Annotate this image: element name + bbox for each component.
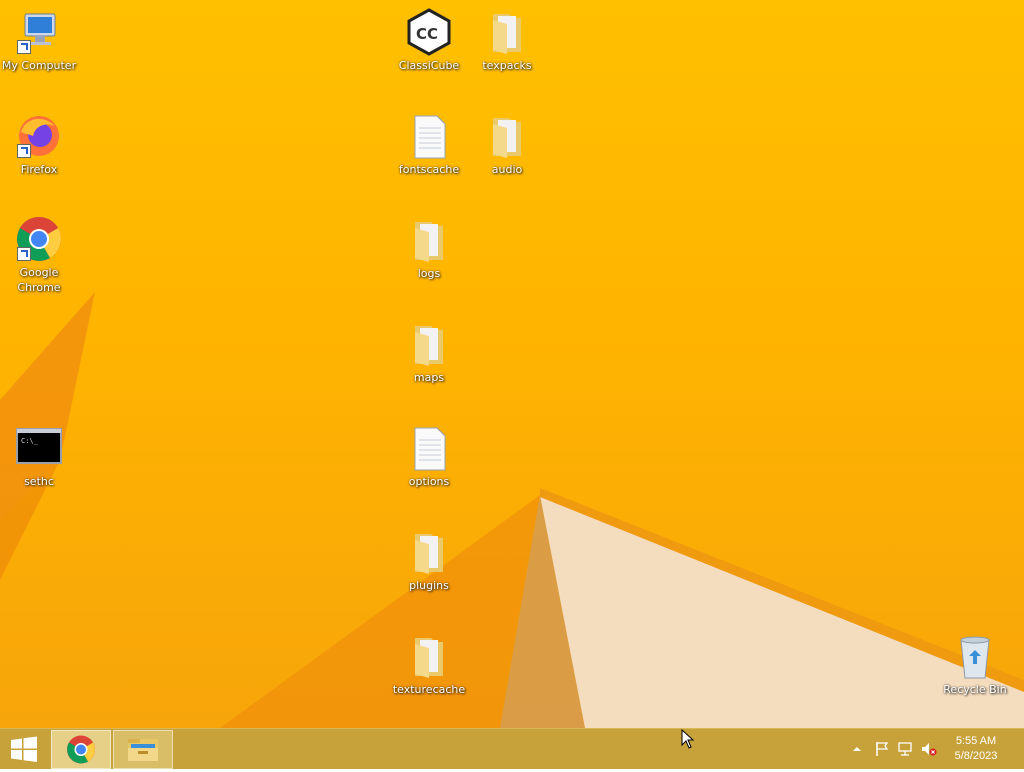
desktop-icon-logs[interactable]: logs [390, 216, 468, 281]
windows-logo-icon [11, 736, 37, 762]
desktop-icon-maps[interactable]: maps [390, 320, 468, 385]
desktop-icon-classicube[interactable]: CC ClassiCube [390, 8, 468, 73]
show-hidden-icons-icon[interactable] [851, 744, 863, 754]
file-explorer-icon [128, 739, 158, 761]
desktop-icon-options[interactable]: options [390, 424, 468, 489]
mouse-cursor-icon [681, 729, 695, 749]
console-icon: C:\_ [15, 424, 63, 472]
shortcut-arrow-icon [17, 40, 31, 54]
taskbar: 5:55 AM 5/8/2023 [0, 728, 1024, 769]
action-center-flag-icon[interactable] [874, 741, 890, 757]
desktop-icon-my-computer[interactable]: My Computer [0, 8, 78, 73]
taskbar-file-explorer-button[interactable] [113, 730, 173, 769]
desktop-icon-google-chrome[interactable]: Google Chrome [0, 215, 78, 295]
firefox-icon [15, 112, 63, 160]
shortcut-arrow-icon [17, 247, 31, 261]
desktop-icon-label: sethc [24, 475, 54, 488]
clock-date: 5/8/2023 [954, 750, 998, 762]
recycle-bin-icon [951, 632, 999, 680]
clock-time: 5:55 AM [955, 735, 997, 747]
file-icon [405, 112, 453, 160]
desktop-icon-label: plugins [409, 579, 449, 592]
desktop-icon-label: Google Chrome [17, 266, 61, 294]
desktop-icon-label: audio [491, 163, 523, 176]
taskbar-chrome-button[interactable] [51, 730, 111, 769]
desktop-icon-firefox[interactable]: Firefox [0, 112, 78, 177]
folder-icon [405, 320, 453, 368]
shortcut-arrow-icon [17, 144, 31, 158]
folder-icon [405, 632, 453, 680]
file-icon [405, 424, 453, 472]
chrome-icon [67, 735, 95, 764]
volume-muted-icon[interactable] [920, 741, 938, 757]
svg-text:CC: CC [416, 25, 438, 43]
desktop-icon-label: options [408, 475, 450, 488]
desktop-icon-audio[interactable]: audio [468, 112, 546, 177]
desktop-icon-sethc[interactable]: C:\_ sethc [0, 424, 78, 489]
my-computer-icon [15, 8, 63, 56]
desktop-icon-label: logs [417, 267, 441, 280]
folder-icon [405, 216, 453, 264]
desktop-icon-label: fontscache [398, 163, 460, 176]
start-button[interactable] [0, 729, 48, 769]
clock[interactable]: 5:55 AM 5/8/2023 [946, 734, 1006, 764]
desktop-icon-plugins[interactable]: plugins [390, 528, 468, 593]
folder-icon [483, 112, 531, 160]
wallpaper [0, 292, 1024, 728]
desktop-icon-label: My Computer [1, 59, 77, 72]
desktop-icon-texturecache[interactable]: texturecache [390, 632, 468, 697]
desktop-icon-label: ClassiCube [398, 59, 460, 72]
chrome-icon [15, 215, 63, 263]
desktop-icon-label: maps [413, 371, 445, 384]
svg-text:C:\_: C:\_ [21, 437, 39, 445]
folder-icon [405, 528, 453, 576]
desktop-icon-label: Firefox [20, 163, 58, 176]
classicube-icon: CC [405, 8, 453, 56]
network-icon[interactable] [897, 741, 913, 757]
desktop-icon-recycle-bin[interactable]: Recycle Bin [936, 632, 1014, 697]
desktop-icon-label: texpacks [482, 59, 532, 72]
desktop-icon-texpacks[interactable]: texpacks [468, 8, 546, 73]
desktop: My Computer Firefox Google Chrome C:\_ s… [0, 0, 1024, 728]
folder-icon [483, 8, 531, 56]
desktop-icon-label: texturecache [392, 683, 466, 696]
desktop-icon-fontscache[interactable]: fontscache [390, 112, 468, 177]
notification-area [846, 729, 946, 769]
desktop-icon-label: Recycle Bin [943, 683, 1007, 696]
